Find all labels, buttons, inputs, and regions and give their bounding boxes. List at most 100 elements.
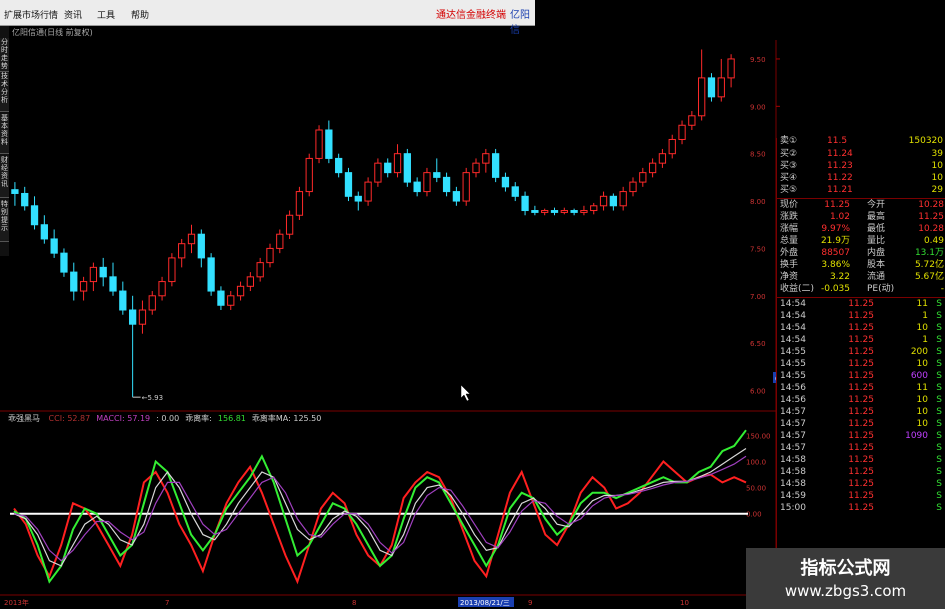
tick-price: 11.25: [848, 299, 874, 309]
tab-news[interactable]: 财经资讯: [0, 156, 9, 198]
indicator-value-label: 156.81: [217, 414, 246, 423]
candle-body: [462, 172, 470, 202]
chart-title: 亿阳信通(日线 前复权): [12, 28, 93, 37]
candle-body: [590, 205, 598, 212]
tick-price: 11.25: [848, 371, 874, 381]
candle-body: [521, 195, 529, 212]
promo-text[interactable]: 通达信金融终端: [436, 6, 506, 21]
candle-body: [30, 205, 39, 226]
tick-price: 11.25: [848, 347, 874, 357]
tick-side: S: [936, 419, 942, 429]
candle-body: [168, 257, 176, 283]
tick-row: 15:00 11.25 S: [777, 503, 945, 514]
tick-side: S: [936, 431, 942, 441]
tick-row: 14:55 11.25 200 S: [777, 347, 945, 358]
candle-body: [442, 176, 451, 193]
tick-row: 14:57 11.25 10 S: [777, 407, 945, 418]
menu-item-help[interactable]: 帮助: [131, 8, 149, 21]
tick-time: 14:58: [780, 467, 806, 477]
candle-body: [285, 214, 294, 235]
stat-label: 今开: [867, 200, 886, 210]
candle-body: [217, 290, 225, 306]
date-axis-label: 7: [165, 599, 169, 607]
order-volume: 150320: [908, 136, 943, 146]
price-tick-label: 8.00: [750, 198, 766, 206]
candle-body: [629, 181, 637, 193]
stat-value: 88507: [821, 248, 850, 258]
tick-time: 14:57: [780, 419, 806, 429]
tick-row: 14:57 11.25 1090 S: [777, 431, 945, 442]
candle-body: [89, 266, 98, 283]
order-price: 11.5: [827, 136, 848, 146]
tick-price: 11.25: [848, 443, 874, 453]
tick-side: S: [936, 299, 942, 309]
price-tick-label: 9.00: [750, 103, 766, 111]
tick-price: 11.25: [848, 311, 874, 321]
tick-side: S: [936, 503, 942, 513]
tick-side: S: [936, 323, 942, 333]
stat-value: 11.25: [824, 200, 850, 210]
candle-body: [256, 262, 264, 278]
quote-stat-row: 外盘 88507 内盘 13.1万: [777, 248, 945, 259]
candle-body: [413, 181, 421, 193]
tick-time: 14:57: [780, 407, 806, 417]
watermark-title: 指标公式网: [800, 558, 891, 579]
tick-time: 14:57: [780, 443, 806, 453]
quote-stat-row: 涨跌 1.02 最高 11.25: [777, 212, 945, 223]
tick-volume: 1090: [905, 431, 928, 441]
tab-technical[interactable]: 技术分析: [0, 72, 9, 112]
tick-row: 14:54 11.25 1 S: [777, 311, 945, 322]
menu-item-news[interactable]: 资讯: [64, 8, 82, 21]
indicator-value-label: : 0.00: [156, 414, 180, 423]
watermark: 指标公式网 www.zbgs3.com: [746, 548, 945, 609]
stat-value: 5.67亿: [914, 272, 944, 282]
tick-volume: 200: [910, 347, 928, 357]
candle-body: [79, 281, 88, 292]
stat-value: 10.28: [918, 224, 944, 234]
candle-body: [668, 138, 676, 155]
tab-fundamentals[interactable]: 基本资料: [0, 114, 9, 154]
indicator-tick-label: 100.0: [746, 459, 766, 467]
tick-time: 14:54: [780, 323, 806, 333]
indicator-value-label: 乖离率:: [185, 414, 212, 423]
candle-body: [236, 285, 245, 297]
tick-side: S: [936, 359, 942, 369]
stat-label: 最低: [867, 224, 886, 234]
tick-price: 11.25: [848, 395, 874, 405]
tick-row: 14:55 11.25 600 S: [777, 371, 945, 382]
stat-value: 0.49: [923, 236, 944, 246]
indicator-label-row: 乖强黑马 CCI: 52.87 MACCI: 57.19: 0.00 乖离率: 156…: [8, 413, 321, 424]
tick-price: 11.25: [848, 431, 874, 441]
stat-value: 9.97%: [821, 224, 850, 234]
candle-body: [423, 172, 431, 193]
candle-body: [276, 233, 284, 249]
stat-label: 涨幅: [780, 224, 799, 234]
tick-time: 14:55: [780, 347, 806, 357]
indicator-value-label: 乖离率MA: 125.50: [251, 414, 322, 423]
tick-side: S: [936, 311, 942, 321]
tick-side: S: [936, 407, 942, 417]
tick-time: 14:55: [780, 359, 806, 369]
tab-intraday[interactable]: 分时走势: [0, 38, 9, 72]
tick-price: 11.25: [848, 491, 874, 501]
stat-label: 股本: [867, 260, 886, 270]
menu-item-extended-market[interactable]: 扩展市场行情: [4, 8, 58, 21]
order-volume: 10: [931, 173, 943, 183]
date-axis-label: 2013/08/21/三: [460, 599, 510, 607]
candle-body: [99, 266, 107, 278]
price-tick-label: 9.50: [750, 56, 766, 64]
menu-item-tools[interactable]: 工具: [97, 8, 115, 21]
candle-body: [541, 210, 549, 213]
candle-body: [688, 115, 696, 126]
tab-notices[interactable]: 特别提示: [0, 200, 9, 242]
tick-volume: 11: [916, 383, 928, 393]
candle-body: [433, 172, 441, 178]
candle-body: [50, 238, 58, 254]
candle-body: [570, 210, 578, 213]
stat-value: 3.22: [829, 272, 850, 282]
tick-price: 11.25: [848, 335, 874, 345]
tick-volume: 10: [916, 359, 928, 369]
tick-side: S: [936, 371, 942, 381]
indicator-value-label: CCI: 52.87: [48, 414, 91, 423]
stat-label: 涨跌: [780, 212, 799, 222]
